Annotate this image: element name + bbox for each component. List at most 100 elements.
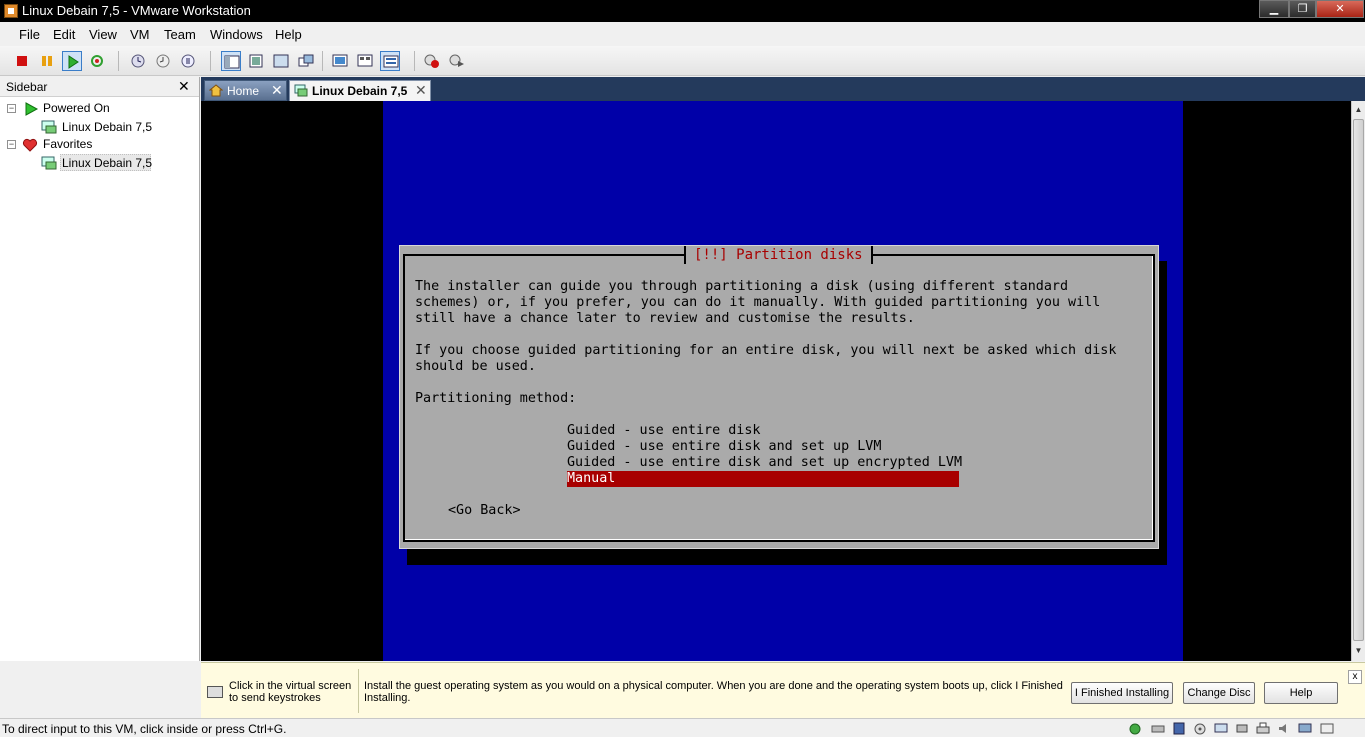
reset-icon	[91, 55, 103, 67]
close-window-button[interactable]: ✕	[1316, 0, 1364, 18]
message-icon[interactable]	[1320, 722, 1334, 735]
menu-windows[interactable]: Windows	[210, 27, 263, 42]
hint-divider	[358, 669, 359, 713]
replay-button[interactable]	[447, 51, 467, 71]
hint-install-text: Install the guest operating system as yo…	[364, 680, 1063, 704]
pause-button[interactable]	[37, 51, 57, 71]
menu-team[interactable]: Team	[164, 27, 196, 42]
minimize-button[interactable]: ▁	[1259, 0, 1289, 18]
go-back-button[interactable]: <Go Back>	[448, 503, 521, 519]
menu-view[interactable]: View	[89, 27, 117, 42]
guest-screen[interactable]: [!!] Partition disks The installer can g…	[383, 101, 1183, 661]
record-button[interactable]	[422, 51, 442, 71]
revert-snapshot-button[interactable]	[153, 51, 173, 71]
scrollbar-thumb[interactable]	[1353, 119, 1364, 641]
sidebar-item-vm-favorite[interactable]: Linux Debain 7,5	[62, 156, 152, 170]
menu-edit[interactable]: Edit	[53, 27, 75, 42]
sidebar-item-vm-powered[interactable]: Linux Debain 7,5	[62, 120, 152, 134]
toolbar-separator	[322, 51, 323, 71]
intro-line-2: schemes) or, if you prefer, you can do i…	[415, 295, 1101, 310]
vmware-app-icon	[4, 4, 18, 18]
vm-icon	[41, 120, 57, 134]
menu-bar: File Edit View VM Team Windows Help	[0, 22, 1365, 46]
status-text: To direct input to this VM, click inside…	[2, 722, 287, 736]
show-sidebar-icon	[224, 55, 240, 69]
keyboard-icon	[207, 686, 223, 698]
menu-vm[interactable]: VM	[130, 27, 150, 42]
snapshot-icon	[131, 54, 145, 68]
powered-on-toggle[interactable]: −	[7, 104, 16, 113]
tab-home-close-button[interactable]: ✕	[271, 82, 283, 99]
network-icon[interactable]	[1214, 722, 1228, 735]
status-bar: To direct input to this VM, click inside…	[0, 718, 1365, 737]
console-scrollbar[interactable]: ▲ ▼	[1351, 101, 1365, 661]
sidebar-header: Sidebar ✕	[0, 77, 199, 97]
dialog-title: [!!] Partition disks	[684, 246, 873, 264]
reset-button[interactable]	[87, 51, 107, 71]
full-screen-button[interactable]	[271, 51, 291, 71]
install-hint-bar: Click in the virtual screen to send keys…	[201, 662, 1365, 718]
menu-help[interactable]: Help	[275, 27, 302, 42]
stop-button[interactable]	[12, 51, 32, 71]
hard-disk-icon[interactable]	[1151, 722, 1165, 735]
sidebar-close-button[interactable]: ✕	[178, 78, 190, 95]
scroll-up-arrow-icon[interactable]: ▲	[1352, 102, 1365, 118]
unity-button[interactable]	[296, 51, 316, 71]
guided-line-2: should be used.	[415, 359, 536, 374]
powered-on-icon	[25, 102, 39, 116]
sidebar-group-favorites[interactable]: Favorites	[43, 137, 92, 151]
sidebar-group-powered-on[interactable]: Powered On	[43, 101, 110, 115]
vm-tab-icon	[294, 84, 308, 97]
stop-icon	[17, 56, 27, 66]
tab-bar: Home ✕ Linux Debain 7,5 ✕	[201, 77, 1365, 101]
console-view-button[interactable]	[330, 51, 350, 71]
option-manual[interactable]: Manual	[567, 471, 959, 487]
sidebar-title: Sidebar	[6, 80, 48, 94]
option-guided-encrypted-lvm[interactable]: Guided - use entire disk and set up encr…	[567, 455, 962, 471]
thumbnail-view-button[interactable]	[355, 51, 375, 71]
vm-console[interactable]: [!!] Partition disks The installer can g…	[201, 101, 1351, 661]
show-sidebar-button[interactable]	[221, 51, 241, 71]
tab-home[interactable]: Home ✕	[204, 80, 287, 101]
option-guided-entire-disk[interactable]: Guided - use entire disk	[567, 423, 760, 439]
option-manual-label: Manual	[567, 471, 616, 486]
maximize-button[interactable]: ❐	[1289, 0, 1316, 18]
snapshot-manager-button[interactable]	[178, 51, 198, 71]
menu-file[interactable]: File	[19, 27, 40, 42]
summary-view-icon	[383, 55, 399, 68]
guided-line-1: If you choose guided partitioning for an…	[415, 343, 1117, 358]
sound-icon[interactable]	[1277, 722, 1291, 735]
scroll-down-arrow-icon[interactable]: ▼	[1352, 643, 1365, 659]
favorites-toggle[interactable]: −	[7, 140, 16, 149]
printer-icon[interactable]	[1256, 722, 1270, 735]
hint-close-button[interactable]: x	[1348, 670, 1362, 684]
full-screen-icon	[273, 54, 289, 68]
vm-icon	[41, 156, 57, 170]
toolbar	[0, 46, 1365, 76]
hint-help-button[interactable]: Help	[1264, 682, 1338, 704]
tab-vm-close-button[interactable]: ✕	[415, 82, 427, 99]
tab-linux-debain[interactable]: Linux Debain 7,5 ✕	[289, 80, 431, 101]
console-view-icon	[332, 54, 348, 67]
window-title: Linux Debain 7,5 - VMware Workstation	[22, 3, 251, 18]
usb-icon[interactable]	[1235, 722, 1249, 735]
display-icon[interactable]	[1298, 722, 1312, 735]
floppy-icon[interactable]	[1172, 722, 1186, 735]
snapshot-manager-icon	[181, 54, 195, 68]
partition-dialog: [!!] Partition disks The installer can g…	[399, 245, 1159, 549]
play-icon	[68, 55, 79, 69]
change-disc-button[interactable]: Change Disc	[1183, 682, 1255, 704]
unity-icon	[298, 54, 314, 67]
toolbar-separator	[118, 51, 119, 71]
snapshot-button[interactable]	[128, 51, 148, 71]
vmware-tools-icon[interactable]	[1128, 722, 1142, 735]
option-guided-lvm[interactable]: Guided - use entire disk and set up LVM	[567, 439, 881, 455]
cd-rom-icon[interactable]	[1193, 722, 1207, 735]
thumbnail-view-icon	[357, 54, 373, 67]
favorites-heart-icon	[22, 138, 38, 152]
fit-guest-button[interactable]	[246, 51, 266, 71]
finished-installing-button[interactable]: I Finished Installing	[1071, 682, 1173, 704]
summary-view-button[interactable]	[380, 51, 400, 71]
play-button[interactable]	[62, 51, 82, 71]
tab-home-label: Home	[227, 84, 260, 98]
